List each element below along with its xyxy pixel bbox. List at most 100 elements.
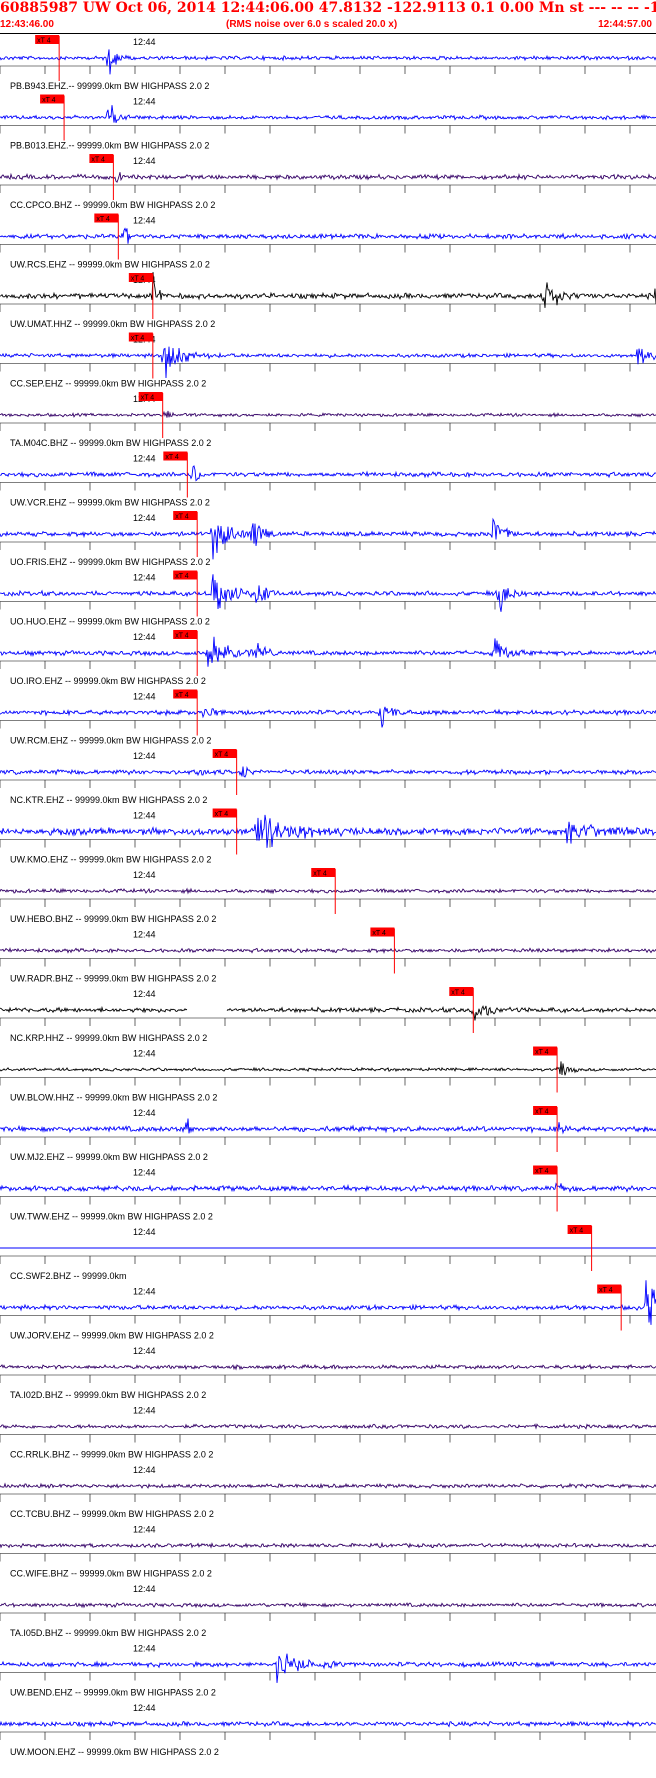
trace-waveform xyxy=(0,1118,656,1135)
station-label: UW.HEBO.BHZ -- 99999.0km BW HIGHPASS 2.0… xyxy=(10,914,216,924)
trace-waveform xyxy=(0,947,656,954)
pick-label: xT 4 xyxy=(599,1287,613,1294)
pick-label: xT 4 xyxy=(42,97,56,104)
trace-waveform xyxy=(0,1423,656,1430)
station-label: UW.MOON.EHZ -- 99999.0km BW HIGHPASS 2.0… xyxy=(10,1747,219,1757)
pick-label: xT 4 xyxy=(37,38,51,45)
station-label: CC.CPCO.BHZ -- 99999.0km BW HIGHPASS 2.0… xyxy=(10,200,215,210)
minute-tick-label: 12:44 xyxy=(133,989,156,999)
minute-tick-label: 12:44 xyxy=(133,870,156,880)
pick-label: xT 4 xyxy=(215,811,229,818)
station-label: UW.VCR.EHZ -- 99999.0km BW HIGHPASS 2.0 … xyxy=(10,498,210,508)
pick-label: xT 4 xyxy=(141,395,155,402)
station-label: CC.RRLK.BHZ -- 99999.0km BW HIGHPASS 2.0… xyxy=(10,1450,213,1460)
pick-label: xT 4 xyxy=(535,1109,549,1116)
trace-waveform xyxy=(0,766,656,778)
station-label: UW.MJ2.EHZ -- 99999.0km BW HIGHPASS 2.0 … xyxy=(10,1152,208,1162)
trace-waveform xyxy=(0,227,656,244)
minute-tick-label: 12:44 xyxy=(133,1049,156,1059)
station-label: CC.SWF2.BHZ -- 99999.0km xyxy=(10,1271,127,1281)
station-label: UW.RADR.BHZ -- 99999.0km BW HIGHPASS 2.0… xyxy=(10,974,216,984)
station-label: UW.BLOW.HHZ -- 99999.0km BW HIGHPASS 2.0… xyxy=(10,1093,217,1103)
minute-tick-label: 12:44 xyxy=(133,1227,156,1237)
minute-tick-label: 12:44 xyxy=(133,632,156,642)
station-label: TA.I05D.BHZ -- 99999.0km BW HIGHPASS 2.0… xyxy=(10,1628,206,1638)
minute-tick-label: 12:44 xyxy=(133,811,156,821)
pick-label: xT 4 xyxy=(165,454,179,461)
minute-tick-label: 12:44 xyxy=(133,1644,156,1654)
pick-label: xT 4 xyxy=(131,335,145,342)
station-label: PB.B013.EHZ.-- 99999.0km BW HIGHPASS 2.0… xyxy=(10,141,209,151)
minute-tick-label: 12:44 xyxy=(133,1287,156,1297)
trace-waveform xyxy=(0,1720,656,1729)
minute-tick-label: 12:44 xyxy=(133,97,156,107)
trace-waveform xyxy=(0,1653,656,1683)
minute-tick-label: 12:44 xyxy=(133,1465,156,1475)
trace-waveform xyxy=(0,1280,656,1325)
station-label: PB.B943.EHZ.-- 99999.0km BW HIGHPASS 2.0… xyxy=(10,81,209,91)
trace-waveform xyxy=(0,1061,656,1076)
pick-label: xT 4 xyxy=(175,573,189,580)
pick-label: xT 4 xyxy=(535,1049,549,1056)
station-label: CC.SEP.EHZ -- 99999.0km BW HIGHPASS 2.0 … xyxy=(10,379,206,389)
trace-waveform xyxy=(0,1005,656,1021)
station-label: CC.WIFE.BHZ -- 99999.0km BW HIGHPASS 2.0… xyxy=(10,1569,212,1579)
pick-label: xT 4 xyxy=(131,276,145,283)
trace-waveform xyxy=(0,346,656,379)
minute-tick-label: 12:44 xyxy=(133,513,156,523)
minute-tick-label: 12:44 xyxy=(133,1406,156,1416)
trace-waveform xyxy=(0,410,656,418)
trace-waveform xyxy=(0,887,656,895)
pick-label: xT 4 xyxy=(535,1168,549,1175)
station-label: UO.HUO.EHZ -- 99999.0km BW HIGHPASS 2.0 … xyxy=(10,617,210,627)
trace-waveform xyxy=(0,172,656,183)
trace-waveform xyxy=(0,517,656,560)
minute-tick-label: 12:44 xyxy=(133,37,156,47)
station-label: TA.I02D.BHZ -- 99999.0km BW HIGHPASS 2.0… xyxy=(10,1390,206,1400)
station-label: UW.RCS.EHZ -- 99999.0km BW HIGHPASS 2.0 … xyxy=(10,260,210,270)
seismogram-plot: 12:44 PB.B943.EHZ.-- 99999.0km BW HIGHPAS… xyxy=(0,35,656,1757)
minute-tick-label: 12:44 xyxy=(133,573,156,583)
station-label: UO.FRIS.EHZ -- 99999.0km BW HIGHPASS 2.0… xyxy=(10,557,210,567)
seismogram-page: 60885987 UW Oct 06, 2014 12:44:06.00 47.… xyxy=(0,0,656,1778)
trace-waveform xyxy=(0,1602,656,1609)
minute-tick-label: 12:44 xyxy=(133,751,156,761)
minute-tick-label: 12:44 xyxy=(133,1346,156,1356)
station-label: CC.TCBU.BHZ -- 99999.0km BW HIGHPASS 2.0… xyxy=(10,1509,214,1519)
minute-tick-label: 12:44 xyxy=(133,1703,156,1713)
station-label: UW.UMAT.HHZ -- 99999.0km BW HIGHPASS 2.0… xyxy=(10,319,215,329)
minute-tick-label: 12:44 xyxy=(133,1108,156,1118)
minute-tick-label: 12:44 xyxy=(133,454,156,464)
trace-waveform xyxy=(0,1482,656,1490)
trace-waveform xyxy=(0,814,656,848)
pick-label: xT 4 xyxy=(175,633,189,640)
minute-tick-label: 12:44 xyxy=(133,216,156,226)
minute-tick-label: 12:44 xyxy=(133,692,156,702)
station-label: NC.KTR.EHZ -- 99999.0km BW HIGHPASS 2.0 … xyxy=(10,795,207,805)
station-label: UW.RCM.EHZ -- 99999.0km BW HIGHPASS 2.0 … xyxy=(10,736,211,746)
trace-waveform xyxy=(0,49,656,75)
pick-label: xT 4 xyxy=(570,1228,584,1235)
trace-waveform xyxy=(0,1541,656,1549)
pick-label: xT 4 xyxy=(91,157,105,164)
minute-tick-label: 12:44 xyxy=(133,1525,156,1535)
pick-label: xT 4 xyxy=(372,930,386,937)
trace-waveform xyxy=(0,465,656,482)
minute-tick-label: 12:44 xyxy=(133,930,156,940)
trace-waveform xyxy=(0,1363,656,1371)
station-label: UW.JORV.EHZ -- 99999.0km BW HIGHPASS 2.0… xyxy=(10,1331,214,1341)
station-label: TA.M04C.BHZ -- 99999.0km BW HIGHPASS 2.0… xyxy=(10,438,211,448)
station-label: NC.KRP.HHZ -- 99999.0km BW HIGHPASS 2.0 … xyxy=(10,1033,207,1043)
pick-label: xT 4 xyxy=(175,514,189,521)
minute-tick-label: 12:44 xyxy=(133,1584,156,1594)
trace-waveform xyxy=(0,1182,656,1193)
station-label: UO.IRO.EHZ -- 99999.0km BW HIGHPASS 2.0 … xyxy=(10,676,206,686)
trace-waveform xyxy=(0,105,656,123)
station-label: UW.KMO.EHZ -- 99999.0km BW HIGHPASS 2.0 … xyxy=(10,855,211,865)
pick-label: xT 4 xyxy=(313,871,327,878)
trace-waveform xyxy=(0,706,656,728)
trace-waveform xyxy=(0,636,656,667)
station-label: UW.TWW.EHZ -- 99999.0km BW HIGHPASS 2.0 … xyxy=(10,1212,213,1222)
station-label: UW.BEND.EHZ -- 99999.0km BW HIGHPASS 2.0… xyxy=(10,1688,216,1698)
trace-waveform xyxy=(0,574,656,612)
